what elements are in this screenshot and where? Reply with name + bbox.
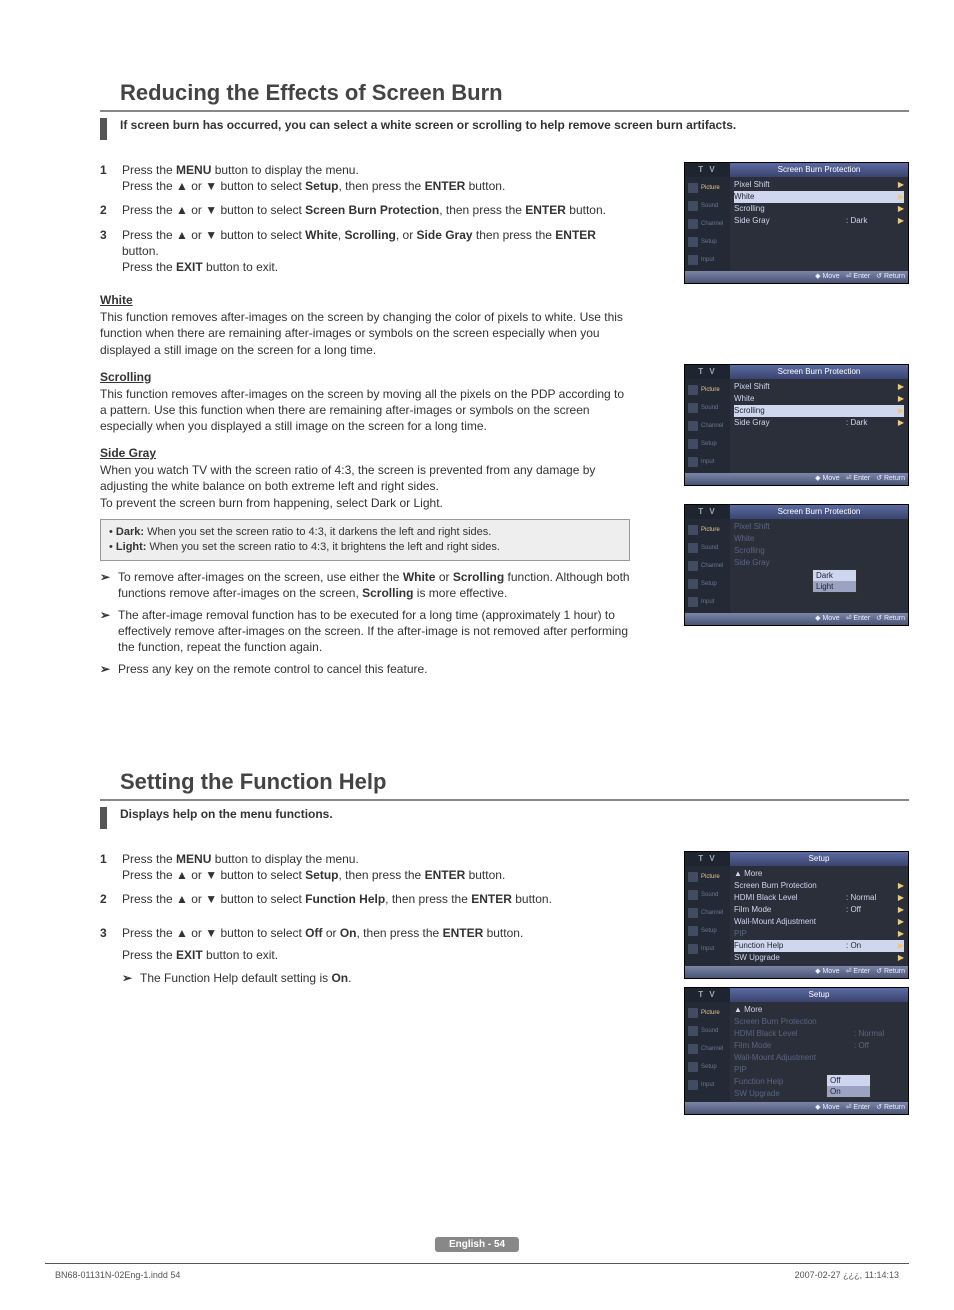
scrolling-paragraph: This function removes after-images on th…: [100, 386, 630, 435]
osd-sidegray-dropdown: Dark Light: [812, 569, 857, 593]
osd-option-dark: Dark: [813, 570, 856, 581]
osd-side-setup: Setup: [685, 233, 730, 251]
footer-meta: BN68-01131N-02Eng-1.indd 54 2007-02-27 ¿…: [55, 1270, 899, 1280]
osd-option-on: On: [827, 1086, 870, 1097]
osd-side-channel: Channel: [685, 215, 730, 233]
step: 1 Press the MENU button to display the m…: [100, 162, 630, 194]
step: 1 Press the MENU button to display the m…: [100, 851, 630, 883]
arrow-icon: ➢: [122, 970, 140, 986]
osd-row-white: White▶: [734, 191, 904, 203]
sidegray-heading: Side Gray: [100, 446, 630, 460]
osd-panel-setup-fh-dropdown: T VSetup Picture Sound Channel Setup Inp…: [684, 987, 909, 1115]
scrolling-heading: Scrolling: [100, 370, 630, 384]
step-number: 1: [100, 162, 122, 194]
osd-title: Screen Burn Protection: [730, 163, 908, 177]
footer-rule: [45, 1263, 909, 1264]
osd-footer: ◆ Move⏎ Enter↺ Return: [685, 271, 908, 283]
note-item: ➢ Press any key on the remote control to…: [100, 661, 630, 677]
section1-osd-column: T VScreen Burn Protection Picture Sound …: [684, 162, 909, 644]
osd-panel-setup-fh-on: T VSetup Picture Sound Channel Setup Inp…: [684, 851, 909, 979]
osd-function-help-dropdown: Off On: [826, 1074, 871, 1098]
osd-menu: Pixel Shift▶ White▶ Scrolling▶ Side Gray…: [730, 177, 908, 271]
arrow-icon: ➢: [100, 607, 118, 656]
osd-row-side-gray: Side Gray: Dark▶: [734, 215, 904, 227]
osd-side-sound: Sound: [685, 197, 730, 215]
footer-timestamp: 2007-02-27 ¿¿¿, 11:14:13: [795, 1270, 899, 1280]
sidegray-paragraph-1: When you watch TV with the screen ratio …: [100, 462, 630, 494]
osd-panel-sbp-white: T VScreen Burn Protection Picture Sound …: [684, 162, 909, 284]
osd-option-off: Off: [827, 1075, 870, 1086]
white-heading: White: [100, 293, 630, 307]
footer-filename: BN68-01131N-02Eng-1.indd 54: [55, 1270, 180, 1280]
note-item: ➢ The Function Help default setting is O…: [122, 970, 630, 986]
osd-option-light: Light: [813, 581, 856, 592]
section2-steps: 1 Press the MENU button to display the m…: [100, 851, 630, 992]
section1-header: Reducing the Effects of Screen Burn If s…: [100, 80, 909, 140]
section1-steps: 1 Press the MENU button to display the m…: [100, 162, 630, 275]
sound-icon: [688, 201, 698, 211]
section2-header: Setting the Function Help Displays help …: [100, 769, 909, 829]
step-number: 2: [100, 891, 122, 907]
section2-body: 1 Press the MENU button to display the m…: [100, 851, 630, 1010]
osd-side-input: Input: [685, 251, 730, 269]
section2-osd-column: T VSetup Picture Sound Channel Setup Inp…: [684, 851, 909, 1133]
osd-row-pixel-shift: Pixel Shift▶: [734, 179, 904, 191]
step: 2 Press the ▲ or ▼ button to select Scre…: [100, 202, 630, 218]
osd-side-picture: Picture: [685, 179, 730, 197]
setup-icon: [688, 237, 698, 247]
picture-icon: [688, 183, 698, 193]
section1-title: Reducing the Effects of Screen Burn: [100, 80, 909, 106]
page-number-pill: English - 54: [435, 1237, 519, 1252]
section1-rule: [100, 110, 909, 112]
accent-bar-icon: [100, 807, 107, 829]
section2-title: Setting the Function Help: [100, 769, 909, 795]
step: 3 Press the ▲ or ▼ button to select Whit…: [100, 227, 630, 276]
step: 2 Press the ▲ or ▼ button to select Func…: [100, 891, 630, 907]
step-number: 3: [100, 227, 122, 276]
accent-bar-icon: [100, 118, 107, 140]
osd-panel-sbp-sidegray: T VScreen Burn Protection Picture Sound …: [684, 504, 909, 626]
step-number: 1: [100, 851, 122, 883]
section1-body: 1 Press the MENU button to display the m…: [100, 162, 630, 684]
step-number: 2: [100, 202, 122, 218]
section1-intro: If screen burn has occurred, you can sel…: [120, 118, 736, 134]
osd-panel-sbp-scrolling: T VScreen Burn Protection Picture Sound …: [684, 364, 909, 486]
section1-notes: ➢ To remove after-images on the screen, …: [100, 569, 630, 678]
step-number: 3: [100, 925, 122, 992]
manual-page: Reducing the Effects of Screen Burn If s…: [0, 0, 954, 1310]
section2-intro: Displays help on the menu functions.: [120, 807, 333, 823]
section2-rule: [100, 799, 909, 801]
note-item: ➢ The after-image removal function has t…: [100, 607, 630, 656]
sidegray-paragraph-2: To prevent the screen burn from happenin…: [100, 495, 630, 511]
osd-tv-label: T V: [685, 163, 730, 177]
arrow-icon: ➢: [100, 661, 118, 677]
osd-row-scrolling: Scrolling▶: [734, 203, 904, 215]
step: 3 Press the ▲ or ▼ button to select Off …: [100, 925, 630, 992]
channel-icon: [688, 219, 698, 229]
white-paragraph: This function removes after-images on th…: [100, 309, 630, 358]
input-icon: [688, 255, 698, 265]
sidegray-note-box: • Dark: When you set the screen ratio to…: [100, 519, 630, 561]
arrow-icon: ➢: [100, 569, 118, 601]
note-item: ➢ To remove after-images on the screen, …: [100, 569, 630, 601]
osd-sidebar: Picture Sound Channel Setup Input: [685, 177, 730, 271]
